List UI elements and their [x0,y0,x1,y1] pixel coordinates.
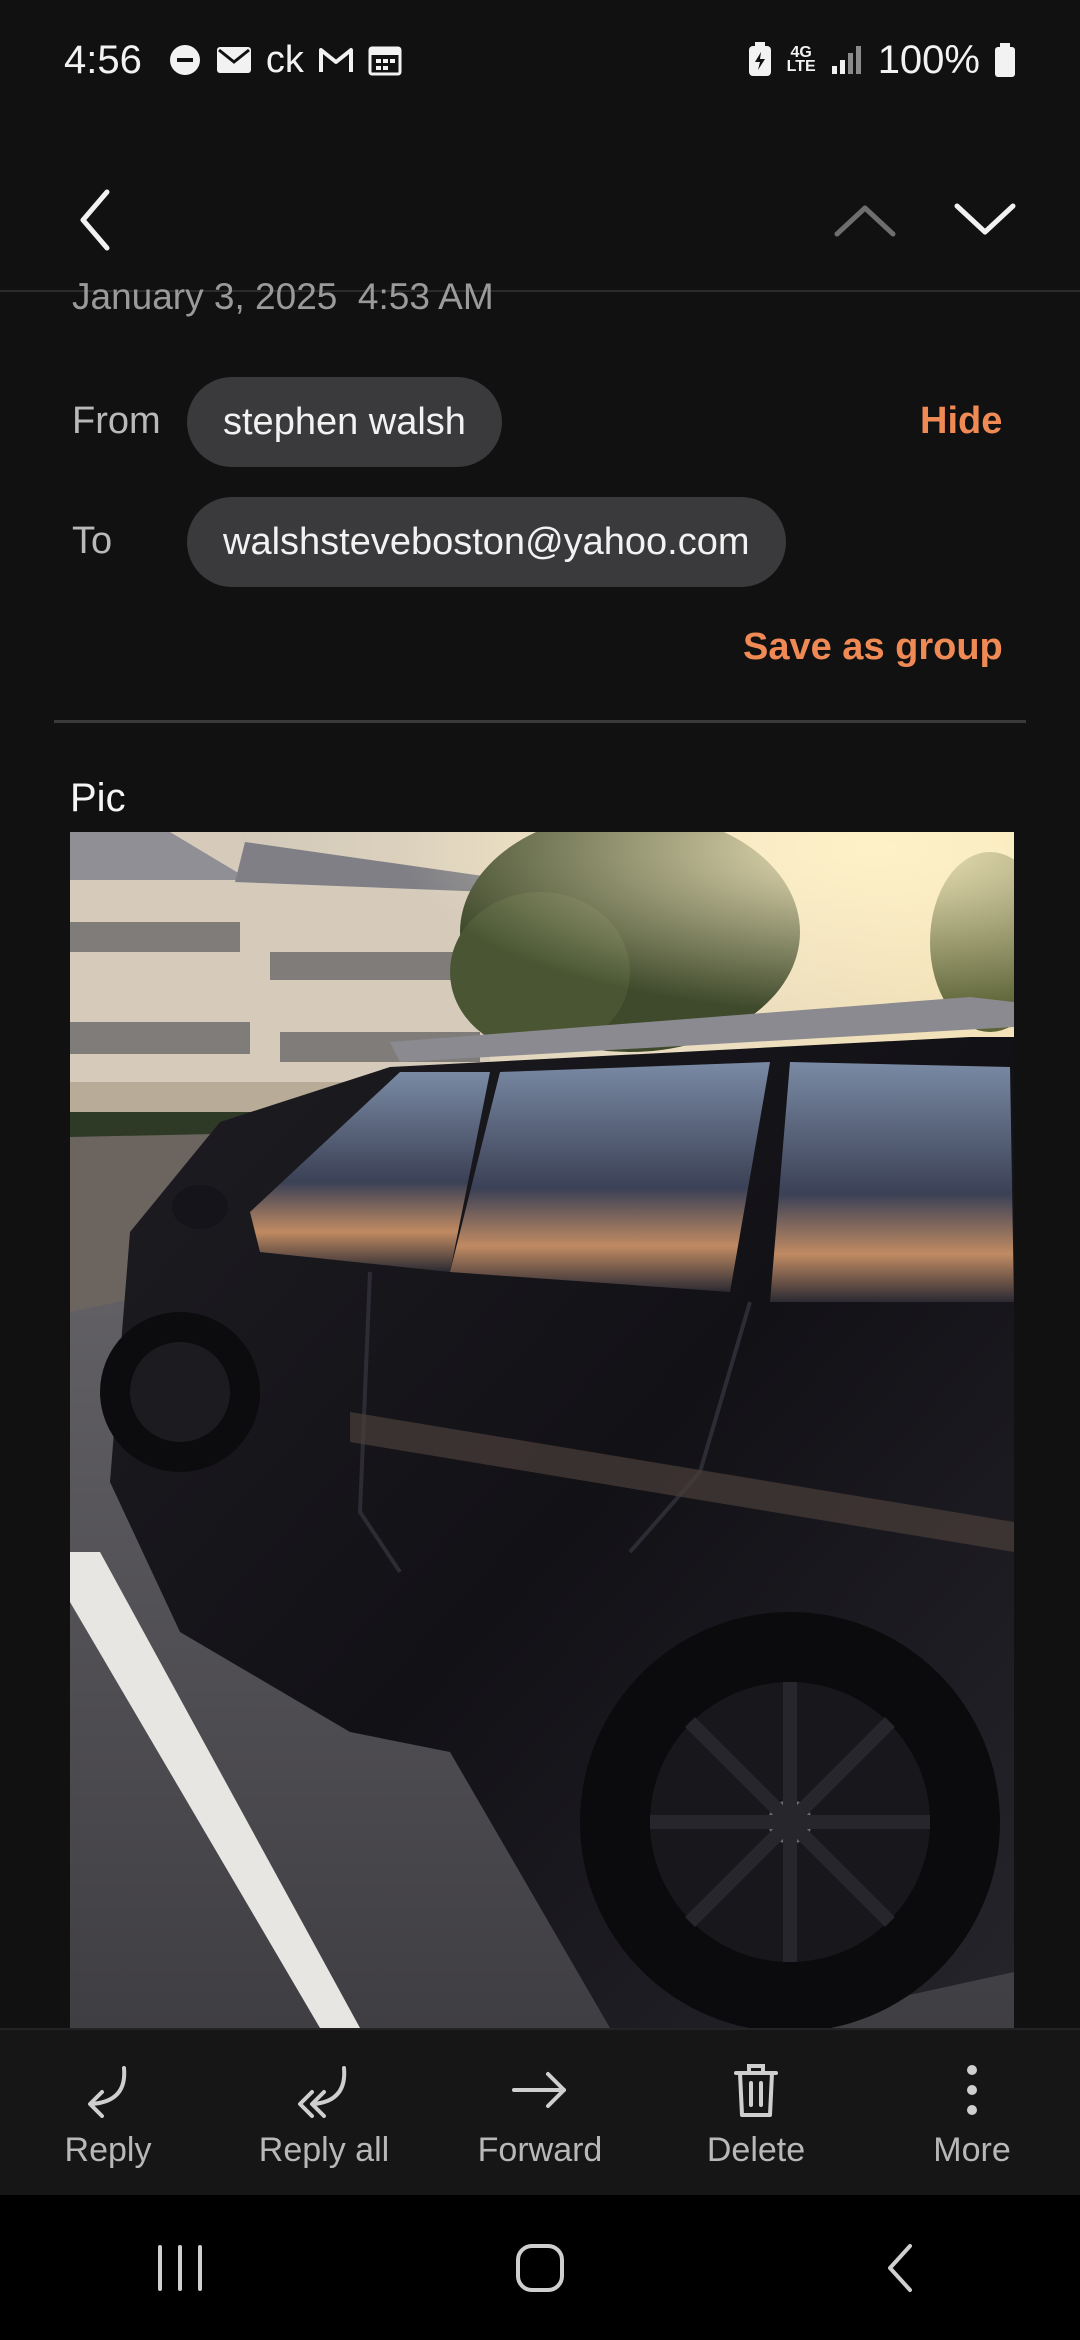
reply-all-label: Reply all [258,2131,390,2169]
delete-label: Delete [706,2131,806,2169]
forward-label: Forward [477,2131,603,2169]
more-label: More [933,2131,1011,2169]
header-divider [54,720,1026,723]
forward-button[interactable]: Forward [440,2055,640,2170]
top-app-bar [0,150,1080,290]
signal-icon [830,44,864,76]
battery-saver-icon [747,42,773,78]
more-vertical-icon [962,2055,982,2125]
home-icon [516,2243,564,2292]
forward-icon [510,2055,570,2125]
network-4g-icon: 4G LTE [786,45,816,75]
next-email-button[interactable] [950,180,1020,260]
more-button[interactable]: More [872,2055,1072,2170]
recent-apps-button[interactable] [100,2218,260,2318]
reply-label: Reply [64,2131,152,2169]
email-action-bar: Reply Reply all Forward Delete More [0,2028,1080,2195]
status-bar: 4:56 ck 4G LTE 100% [0,0,1080,120]
back-button[interactable] [60,180,130,260]
battery-icon [994,42,1016,78]
status-time: 4:56 [64,37,142,82]
ck-app-icon: ck [265,38,304,81]
reply-button[interactable]: Reply [8,2055,208,2170]
system-navigation-bar [0,2195,1080,2340]
email-viewer-screen: 4:56 ck 4G LTE 100% January 3, 2025 4:53… [0,0,1080,2340]
from-label: From [72,400,161,442]
reply-all-button[interactable]: Reply all [224,2055,424,2170]
save-as-group-button[interactable]: Save as group [743,626,1003,669]
status-left: 4:56 ck [64,38,402,83]
home-button[interactable] [460,2218,620,2318]
recipient-chip[interactable]: walshsteveboston@yahoo.com [187,497,786,587]
recent-apps-icon [158,2244,202,2291]
chevron-up-icon [834,205,896,237]
email-date: January 3, 2025 4:53 AM [72,276,494,317]
calendar-icon [368,44,402,76]
status-right: 4G LTE 100% [747,38,1016,83]
system-back-button[interactable] [820,2218,980,2318]
previous-email-button[interactable] [830,180,900,260]
sender-chip[interactable]: stephen walsh [187,377,502,467]
email-body-text: Pic [70,776,126,820]
gmail-icon [318,46,354,74]
trash-icon [732,2055,780,2125]
do-not-disturb-icon [168,43,202,77]
to-label: To [72,520,113,562]
network-label-bottom: LTE [786,58,816,75]
chevron-left-icon [80,189,110,251]
reply-icon [80,2055,136,2125]
reply-all-icon [292,2055,356,2125]
battery-percentage: 100% [877,37,980,82]
hide-details-button[interactable]: Hide [920,400,1002,443]
mail-icon [216,46,252,74]
attached-car-photo[interactable] [70,832,1014,2028]
chevron-down-icon [954,203,1016,235]
delete-button[interactable]: Delete [656,2055,856,2170]
back-icon [888,2243,912,2292]
